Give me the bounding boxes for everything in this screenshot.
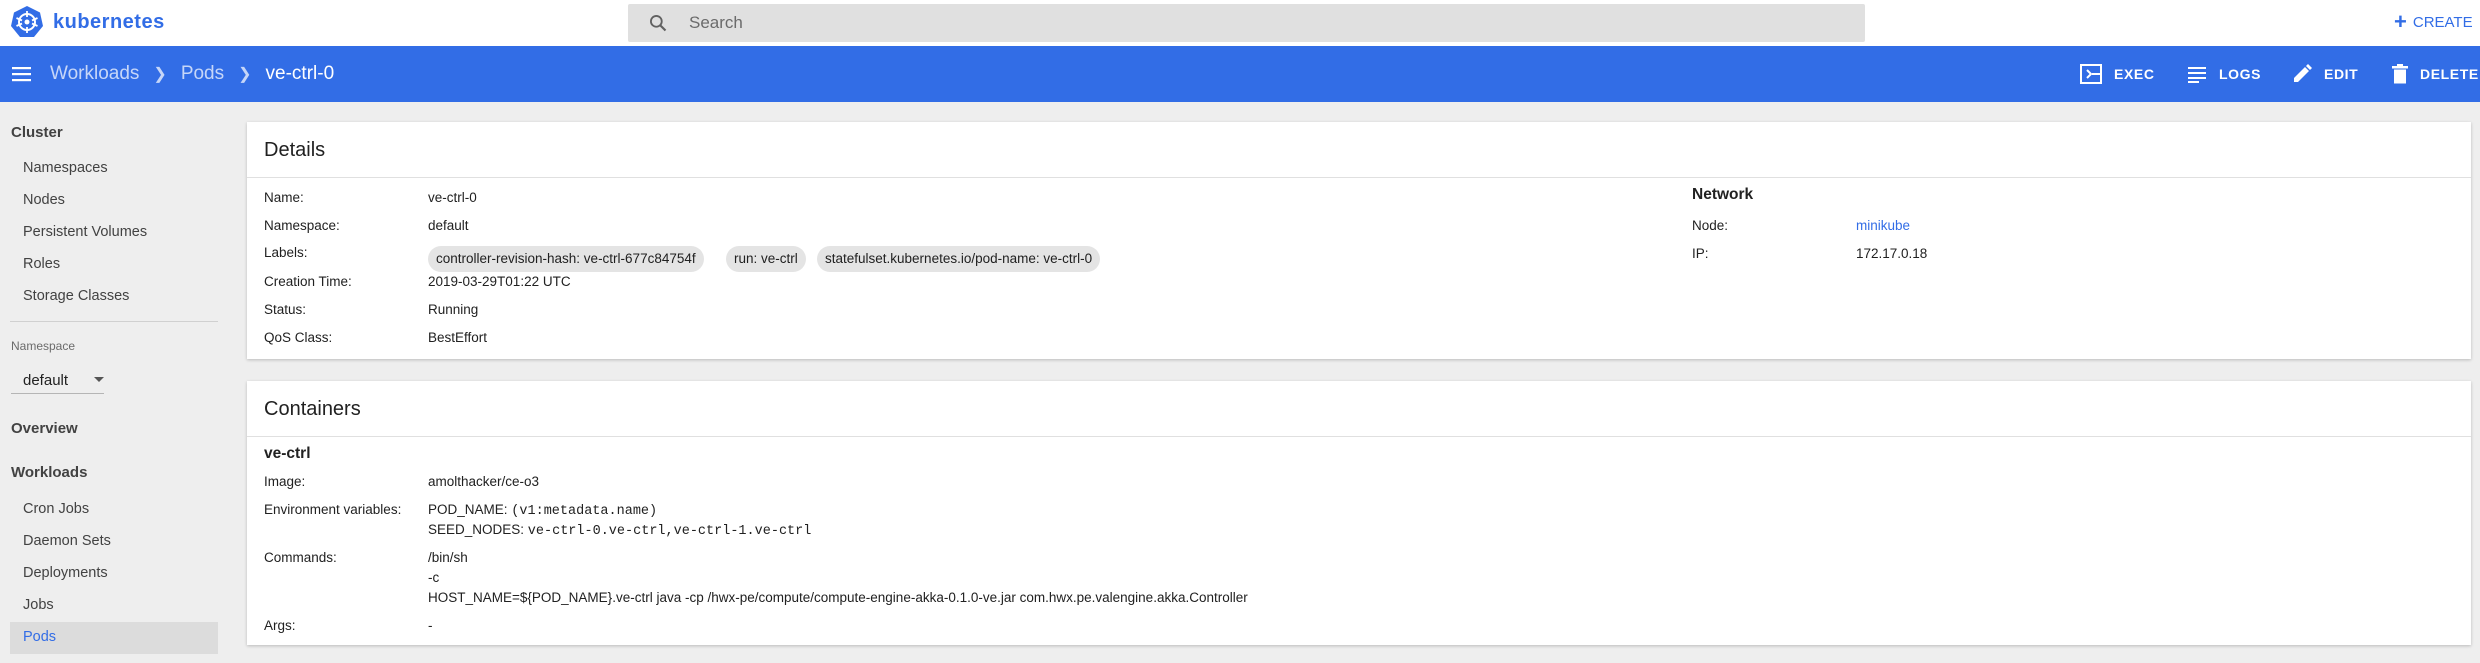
command-line: /bin/sh (428, 550, 468, 565)
breadcrumb: Workloads ❯ Pods ❯ ve-ctrl-0 (50, 63, 334, 85)
sidebar-item-storage-classes[interactable]: Storage Classes (23, 288, 129, 304)
create-button-label: CREATE (2412, 13, 2473, 31)
args-label: Args: (264, 618, 296, 633)
labels-label: Labels: (264, 245, 308, 260)
details-title: Details (264, 139, 326, 161)
sidebar-item-daemon-sets[interactable]: Daemon Sets (23, 533, 111, 549)
search-input[interactable] (689, 4, 1839, 42)
status-value: Running (428, 302, 479, 317)
containers-title: Containers (264, 398, 361, 420)
creation-time-value: 2019-03-29T01:22 UTC (428, 274, 571, 289)
edit-label: EDIT (2324, 66, 2359, 82)
env-var-row: POD_NAME: (v1:metadata.name) (428, 502, 657, 519)
sidebar-workloads-header[interactable]: Workloads (11, 464, 87, 481)
dropdown-arrow-icon (94, 377, 104, 382)
namespace-field-label: Namespace: (264, 218, 340, 233)
namespace-label: Namespace (11, 339, 76, 353)
ip-label: IP: (1692, 246, 1709, 261)
sidebar-divider (10, 321, 218, 322)
ip-value: 172.17.0.18 (1856, 246, 1928, 261)
pencil-icon (2294, 64, 2312, 82)
env-var-key: POD_NAME: (428, 502, 508, 517)
exec-button[interactable]: EXEC (2080, 63, 2155, 85)
chevron-right-icon: ❯ (238, 66, 252, 83)
sidebar-item-pods[interactable]: Pods (23, 629, 56, 645)
node-label: Node: (1692, 218, 1729, 233)
top-bar: kubernetes + CREATE (0, 0, 2480, 46)
namespace-select-value: default (23, 372, 69, 389)
container-name: ve-ctrl (264, 445, 311, 462)
sidebar-item-deployments[interactable]: Deployments (23, 565, 108, 581)
search-bar (628, 4, 1865, 42)
edit-button[interactable]: EDIT (2292, 63, 2358, 85)
env-var-row: SEED_NODES: ve-ctrl-0.ve-ctrl,ve-ctrl-1.… (428, 522, 811, 539)
creation-time-label: Creation Time: (264, 274, 352, 289)
command-line: -c (428, 570, 440, 585)
details-divider (247, 177, 2471, 178)
command-line: HOST_NAME=${POD_NAME}.ve-ctrl java -cp /… (428, 590, 1248, 605)
sidebar: Cluster Namespaces Nodes Persistent Volu… (0, 102, 228, 663)
sidebar-item-jobs[interactable]: Jobs (23, 597, 54, 613)
hamburger-menu-icon[interactable] (11, 63, 33, 85)
trash-icon (2392, 64, 2408, 84)
delete-button[interactable]: DELETE (2392, 63, 2479, 85)
containers-divider (247, 436, 2471, 437)
chevron-right-icon: ❯ (153, 66, 167, 83)
args-value: - (428, 618, 433, 633)
details-card: Details Name: ve-ctrl-0 Namespace: defau… (247, 122, 2471, 359)
logs-button[interactable]: LOGS (2187, 63, 2261, 85)
image-label: Image: (264, 474, 306, 489)
qos-class-label: QoS Class: (264, 330, 333, 345)
label-chip: statefulset.kubernetes.io/pod-name: ve-c… (817, 246, 1101, 272)
exec-icon (2080, 64, 2102, 84)
search-icon (650, 15, 667, 32)
delete-label: DELETE (2420, 66, 2479, 82)
sidebar-cluster-header[interactable]: Cluster (11, 124, 63, 141)
name-label: Name: (264, 190, 304, 205)
namespace-value: default (428, 218, 469, 233)
app-brand[interactable]: kubernetes (53, 11, 165, 34)
qos-class-value: BestEffort (428, 330, 488, 345)
env-vars-label: Environment variables: (264, 502, 402, 517)
action-bar: Workloads ❯ Pods ❯ ve-ctrl-0 EXEC LOGS E… (0, 46, 2480, 102)
name-value: ve-ctrl-0 (428, 190, 477, 205)
exec-label: EXEC (2114, 66, 2155, 82)
breadcrumb-workloads[interactable]: Workloads (50, 63, 139, 85)
commands-label: Commands: (264, 550, 337, 565)
logs-icon (2188, 67, 2206, 83)
label-chip: run: ve-ctrl (726, 246, 806, 272)
network-title: Network (1692, 186, 1754, 203)
breadcrumb-current: ve-ctrl-0 (265, 63, 335, 84)
create-button[interactable]: + CREATE (2394, 9, 2473, 35)
namespace-select[interactable]: default (11, 364, 104, 394)
env-var-value: (v1:metadata.name) (511, 504, 658, 519)
logs-label: LOGS (2219, 66, 2262, 82)
env-var-key: SEED_NODES: (428, 522, 525, 537)
sidebar-item-persistent-volumes[interactable]: Persistent Volumes (23, 224, 147, 240)
node-link[interactable]: minikube (1856, 218, 1910, 233)
image-value: amolthacker/ce-o3 (428, 474, 540, 489)
labels-chip-group: controller-revision-hash: ve-ctrl-677c84… (428, 240, 1128, 272)
sidebar-overview[interactable]: Overview (11, 420, 78, 437)
kubernetes-logo-icon[interactable] (10, 5, 44, 39)
sidebar-item-roles[interactable]: Roles (23, 256, 60, 272)
sidebar-item-nodes[interactable]: Nodes (23, 192, 65, 208)
label-chip: controller-revision-hash: ve-ctrl-677c84… (428, 246, 704, 272)
breadcrumb-pods[interactable]: Pods (181, 63, 224, 85)
sidebar-item-cron-jobs[interactable]: Cron Jobs (23, 501, 89, 517)
plus-icon: + (2394, 9, 2407, 34)
status-label: Status: (264, 302, 307, 317)
sidebar-item-namespaces[interactable]: Namespaces (23, 160, 108, 176)
env-var-value: ve-ctrl-0.ve-ctrl,ve-ctrl-1.ve-ctrl (527, 524, 812, 539)
containers-card: Containers ve-ctrl Image: amolthacker/ce… (247, 381, 2471, 645)
